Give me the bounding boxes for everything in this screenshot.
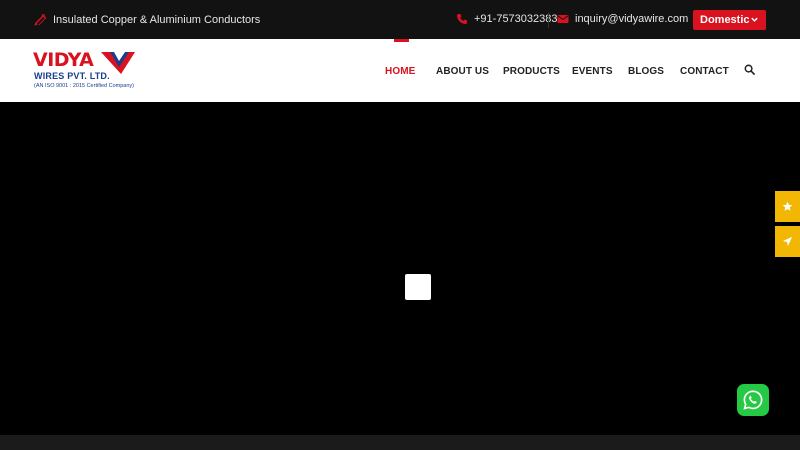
- nav-item-events[interactable]: EVENTS: [572, 66, 613, 77]
- market-select[interactable]: Domestic: [693, 10, 766, 30]
- nav-item-about-us[interactable]: ABOUT US: [436, 66, 489, 77]
- nav-item-products[interactable]: PRODUCTS: [503, 66, 560, 77]
- tagline-text: Insulated Copper & Aluminium Conductors: [53, 13, 261, 26]
- whatsapp-icon: [743, 390, 763, 410]
- search-icon[interactable]: [744, 64, 755, 75]
- phone-number: +91-7573032383: [474, 13, 558, 25]
- nav-item-home[interactable]: HOME: [385, 66, 415, 77]
- top-bar: Insulated Copper & Aluminium Conductors …: [0, 0, 800, 39]
- active-nav-indicator: [394, 39, 409, 42]
- market-select-value: Domestic: [700, 14, 750, 26]
- location-arrow-icon: [782, 236, 793, 247]
- main-navbar: VIDYA WIRES PVT. LTD. (AN ISO 9001 : 201…: [0, 39, 800, 102]
- envelope-icon: [557, 15, 569, 23]
- side-button-location[interactable]: [775, 226, 800, 257]
- logo-subtitle: WIRES PVT. LTD.: [34, 71, 110, 81]
- nav-item-contact[interactable]: CONTACT: [680, 66, 729, 77]
- video-play-button[interactable]: [405, 274, 431, 300]
- phone-link[interactable]: +91-7573032383: [456, 13, 558, 25]
- company-logo[interactable]: VIDYA WIRES PVT. LTD. (AN ISO 9001 : 201…: [33, 49, 137, 93]
- logo-certification: (AN ISO 9001 : 2015 Certified Company): [34, 83, 134, 89]
- star-icon: [782, 201, 793, 211]
- side-button-favorite[interactable]: [775, 191, 800, 222]
- logo-name: VIDYA: [33, 49, 94, 71]
- email-link[interactable]: inquiry@vidyawire.com: [557, 13, 688, 25]
- phone-icon: [457, 14, 467, 24]
- pen-check-icon: [34, 14, 47, 26]
- email-address: inquiry@vidyawire.com: [575, 13, 689, 25]
- hero-video[interactable]: [0, 102, 800, 435]
- tagline: Insulated Copper & Aluminium Conductors: [34, 13, 260, 26]
- chevron-down-icon: [751, 17, 758, 22]
- nav-item-blogs[interactable]: BLOGS: [628, 66, 664, 77]
- whatsapp-button[interactable]: [737, 384, 769, 416]
- divider: [548, 12, 549, 28]
- footer-strip: [0, 435, 800, 450]
